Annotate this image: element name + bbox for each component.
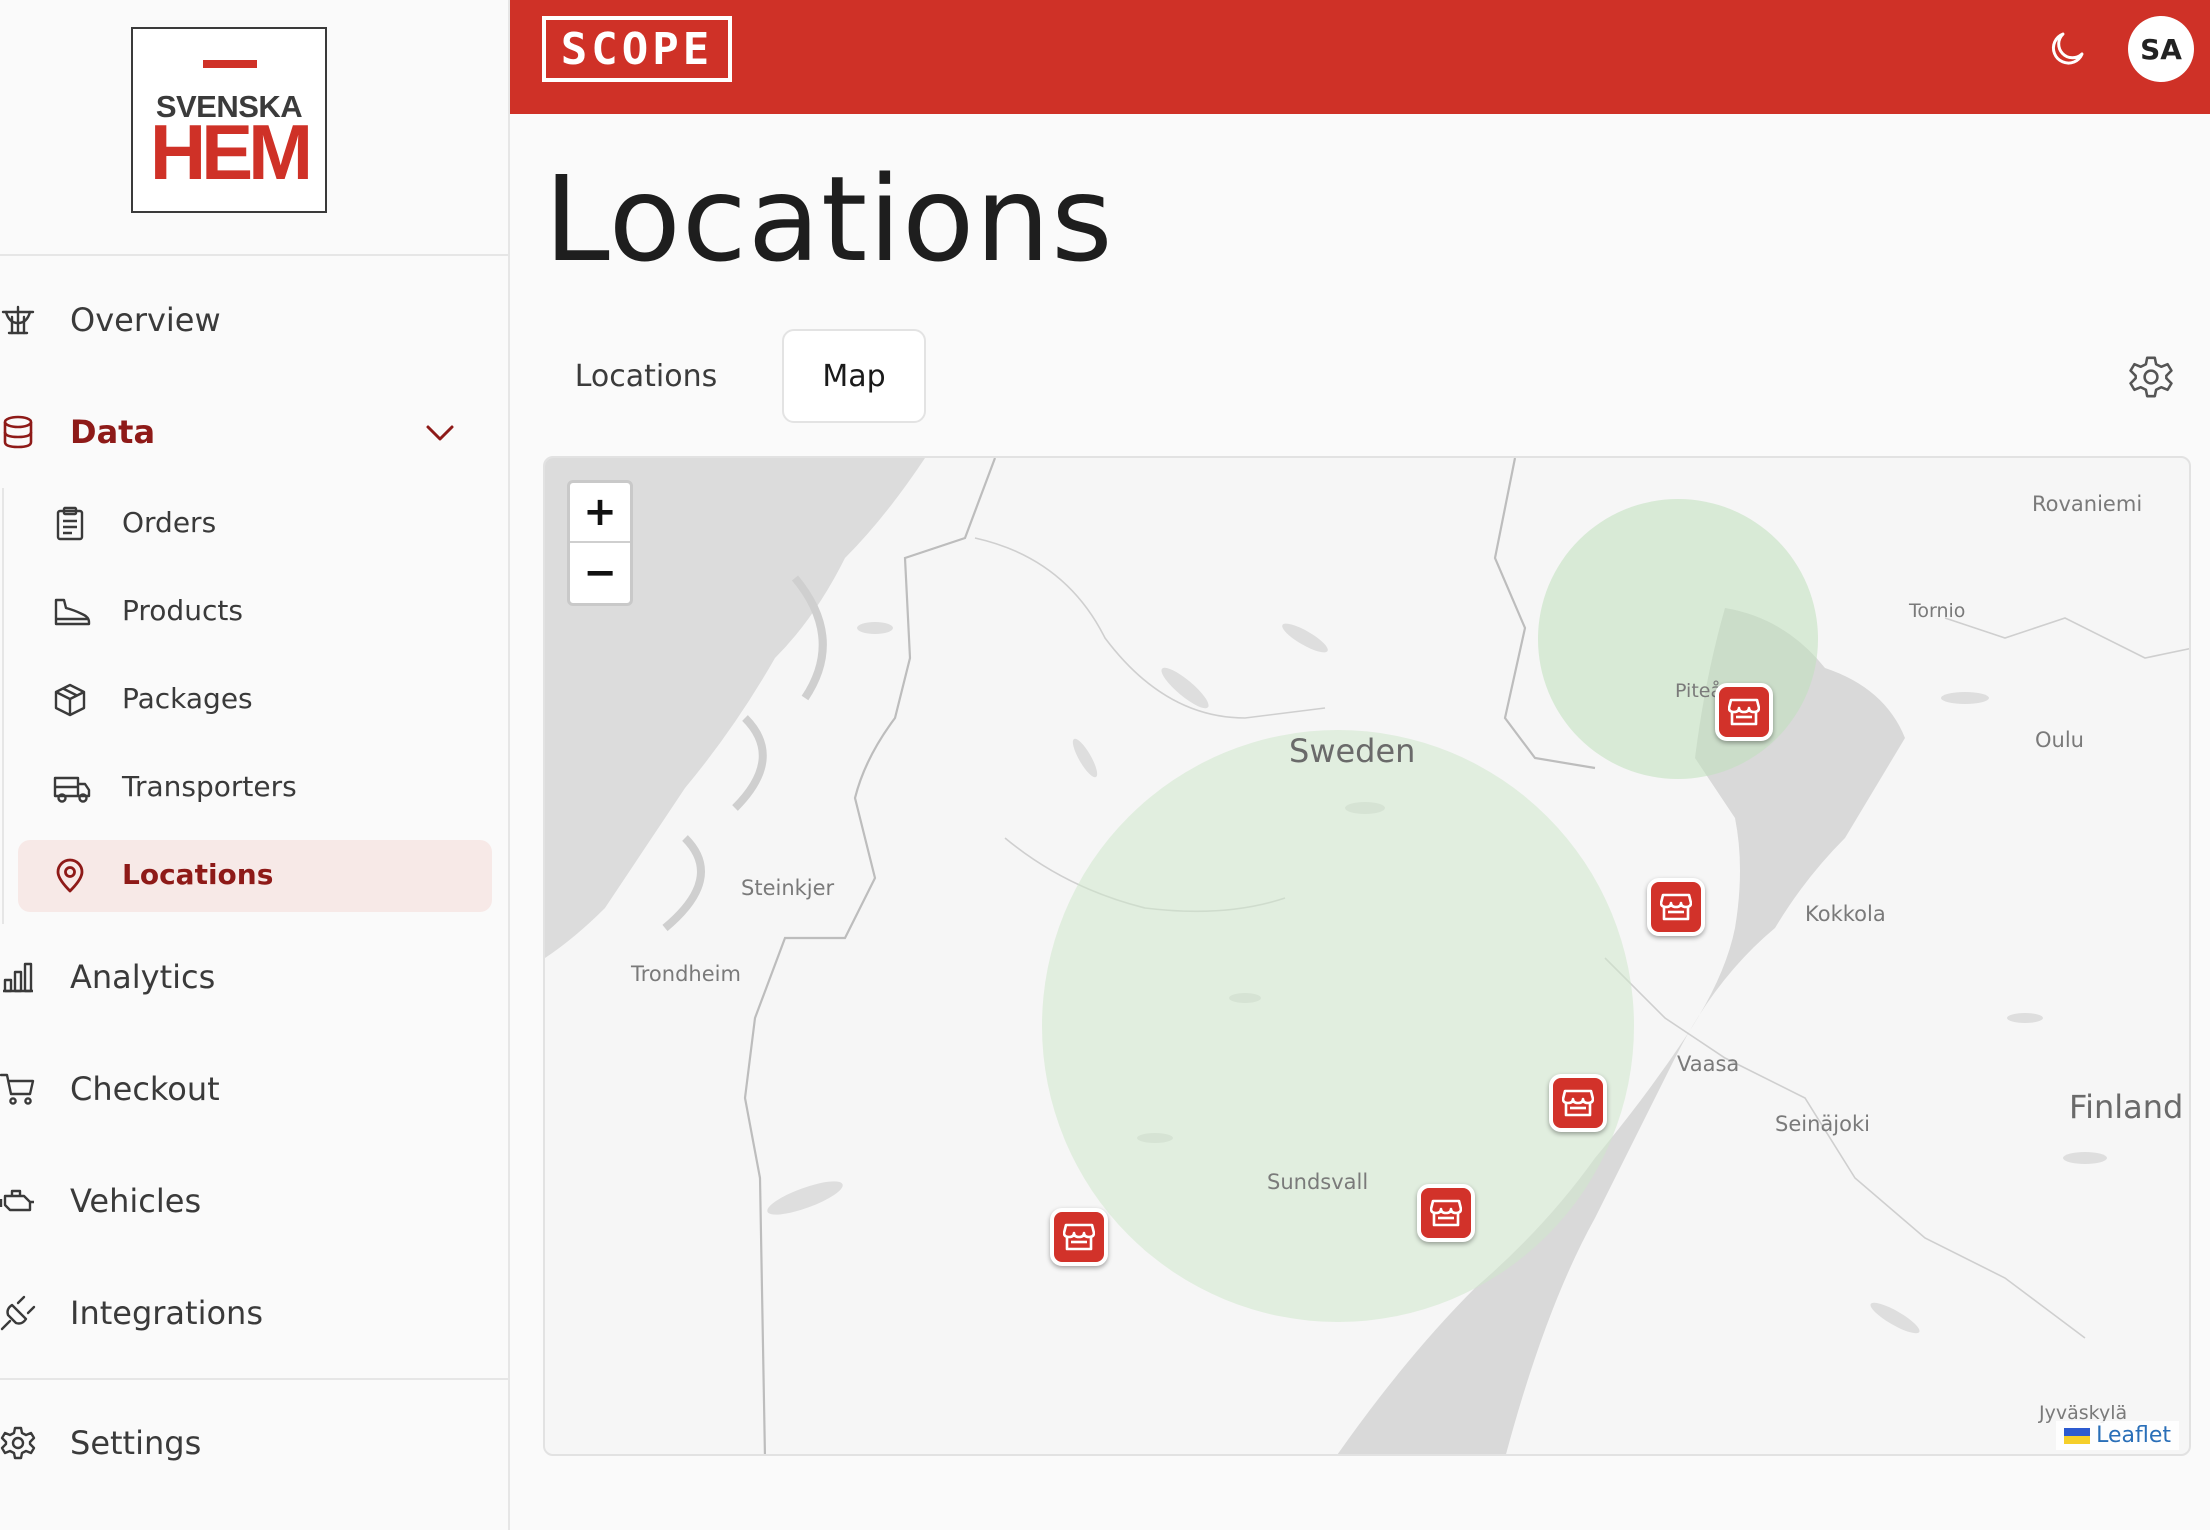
location-marker[interactable] — [1417, 1184, 1475, 1242]
gear-icon — [0, 1425, 36, 1461]
engine-icon — [0, 1183, 36, 1219]
map-label-seinajoki: Seinäjoki — [1775, 1112, 1870, 1136]
sidebar-item-transporters[interactable]: Transporters — [18, 752, 492, 824]
sidebar-item-locations-label: Locations — [122, 858, 274, 891]
user-avatar[interactable]: SA — [2128, 16, 2194, 82]
map-label-kokkola: Kokkola — [1805, 902, 1886, 926]
location-marker[interactable] — [1715, 683, 1773, 741]
store-icon — [1660, 893, 1692, 921]
map-view[interactable]: + − Rovaniemi Tornio Piteå Oulu Sweden S… — [543, 456, 2191, 1456]
nav-data-label: Data — [70, 413, 156, 451]
nav-integrations-label: Integrations — [70, 1294, 263, 1332]
sidebar-item-locations[interactable]: Locations — [18, 840, 492, 912]
zoom-out-button[interactable]: − — [570, 543, 630, 603]
nav-vehicles-label: Vehicles — [70, 1182, 202, 1220]
company-logo[interactable]: SVENSKA HEM — [131, 27, 327, 213]
map-label-tornio: Tornio — [1909, 600, 1966, 622]
map-attribution[interactable]: Leaflet — [2056, 1421, 2179, 1450]
chevron-down-icon — [424, 417, 456, 453]
ukraine-flag-icon — [2064, 1427, 2091, 1444]
nav-checkout-label: Checkout — [70, 1070, 220, 1108]
dashboard-icon — [0, 302, 36, 338]
map-pin-icon — [52, 858, 88, 894]
sidebar-item-packages-label: Packages — [122, 682, 253, 715]
sidebar-item-orders-label: Orders — [122, 506, 217, 539]
map-label-oulu: Oulu — [2035, 728, 2084, 752]
store-icon — [1430, 1199, 1462, 1227]
logo-bar — [203, 60, 257, 68]
sidebar-item-orders[interactable]: Orders — [18, 488, 492, 560]
sidebar-divider — [0, 1378, 508, 1380]
sidebar-item-transporters-label: Transporters — [122, 770, 297, 803]
sidebar-item-products[interactable]: Products — [18, 576, 492, 648]
brand-name: SCOPE — [560, 23, 714, 75]
sidebar-divider — [0, 254, 508, 256]
nav-analytics-label: Analytics — [70, 958, 216, 996]
map-label-trondheim: Trondheim — [631, 962, 741, 986]
attribution-link[interactable]: Leaflet — [2096, 1423, 2171, 1448]
map-label-sweden: Sweden — [1289, 732, 1416, 770]
bar-chart-icon — [0, 959, 36, 995]
logo-main-text: HEM — [149, 108, 313, 196]
package-icon — [52, 682, 88, 718]
page-title: Locations — [544, 150, 1114, 288]
cart-icon — [0, 1071, 36, 1107]
plug-icon — [0, 1295, 36, 1331]
top-bar: SCOPE SA — [510, 0, 2210, 114]
tab-map[interactable]: Map — [782, 329, 926, 423]
zoom-in-button[interactable]: + — [570, 483, 630, 543]
database-icon — [0, 414, 36, 450]
truck-icon — [52, 770, 91, 806]
location-marker[interactable] — [1647, 878, 1705, 936]
store-icon — [1063, 1223, 1095, 1251]
map-label-vaasa: Vaasa — [1677, 1052, 1740, 1076]
nav-data[interactable]: Data — [0, 397, 470, 467]
moon-icon[interactable] — [2046, 28, 2088, 70]
sidebar-item-packages[interactable]: Packages — [18, 664, 492, 736]
map-settings-gear-icon[interactable] — [2128, 354, 2174, 400]
submenu-rail — [2, 488, 4, 924]
map-label-finland: Finland — [2069, 1088, 2184, 1126]
sidebar: SVENSKA HEM Overview Data Orders Product… — [0, 0, 510, 1530]
store-icon — [1728, 698, 1760, 726]
sidebar-item-products-label: Products — [122, 594, 243, 627]
nav-settings-label: Settings — [70, 1424, 202, 1462]
map-label-steinkjer: Steinkjer — [741, 876, 835, 900]
tab-locations[interactable]: Locations — [546, 329, 746, 423]
location-marker[interactable] — [1050, 1208, 1108, 1266]
shoe-icon — [52, 594, 91, 630]
clipboard-icon — [52, 506, 88, 542]
location-marker[interactable] — [1549, 1074, 1607, 1132]
scope-logo[interactable]: SCOPE — [542, 16, 732, 82]
store-icon — [1562, 1089, 1594, 1117]
map-label-sundsvall: Sundsvall — [1267, 1170, 1369, 1194]
zoom-control: + − — [567, 480, 633, 606]
nav-overview-label: Overview — [70, 301, 221, 339]
map-label-rovaniemi: Rovaniemi — [2032, 492, 2143, 516]
